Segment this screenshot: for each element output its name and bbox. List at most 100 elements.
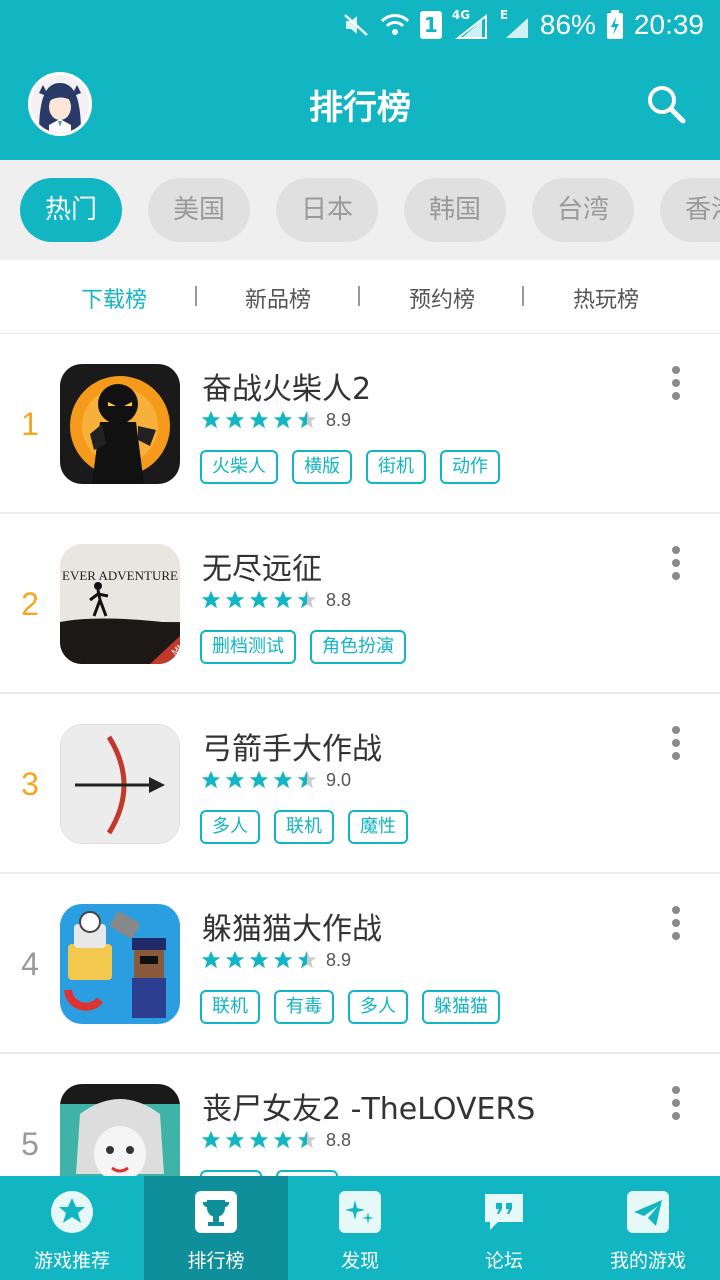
- more-options-icon[interactable]: [664, 726, 688, 762]
- game-title[interactable]: 无尽远征: [202, 544, 322, 588]
- divider: [195, 286, 197, 306]
- tag-list: 联机 有毒 多人 躲猫猫: [200, 990, 500, 1024]
- battery-percent: 86%: [539, 9, 596, 40]
- game-icon[interactable]: [60, 364, 180, 484]
- bottom-navigation: 游戏推荐 排行榜 发现 论坛 我的游戏: [0, 1176, 720, 1280]
- star-half-icon: [297, 1130, 317, 1149]
- list-item[interactable]: 1 奋战火柴人2 8.9 火柴人 横版 街机 动作: [0, 334, 720, 514]
- nav-discover[interactable]: 发现: [288, 1176, 432, 1280]
- rating-stars: 9.0: [200, 768, 351, 792]
- star-icon: [201, 590, 221, 609]
- game-icon[interactable]: [60, 904, 180, 1024]
- tag[interactable]: 火柴人: [200, 450, 278, 484]
- tab-region-us[interactable]: 美国: [148, 178, 250, 242]
- star-icon: [51, 1191, 93, 1233]
- tab-region-korea[interactable]: 韩国: [404, 178, 506, 242]
- mute-icon: [344, 14, 368, 36]
- tag-list: 删档测试 角色扮演: [200, 630, 406, 664]
- star-icon: [249, 770, 269, 789]
- subtab-new[interactable]: 新品榜: [218, 282, 338, 314]
- game-title[interactable]: 奋战火柴人2: [202, 364, 371, 408]
- star-icon: [249, 410, 269, 429]
- star-half-icon: [297, 770, 317, 789]
- sparkle-icon: [339, 1191, 381, 1233]
- rank-number: 4: [21, 946, 39, 982]
- star-icon: [225, 410, 245, 429]
- rating-score: 8.9: [326, 949, 352, 970]
- nav-my-games[interactable]: 我的游戏: [576, 1176, 720, 1280]
- tag[interactable]: 横版: [292, 450, 352, 484]
- nav-forum[interactable]: 论坛: [432, 1176, 576, 1280]
- nav-label: 论坛: [484, 1250, 523, 1272]
- star-icon: [249, 950, 269, 969]
- tag[interactable]: 躲猫猫: [422, 990, 500, 1024]
- star-icon: [273, 590, 293, 609]
- tag[interactable]: 联机: [200, 990, 260, 1024]
- tab-region-japan[interactable]: 日本: [276, 178, 378, 242]
- star-icon: [225, 1130, 245, 1149]
- divider: [358, 286, 360, 306]
- paper-plane-icon: [627, 1191, 669, 1233]
- star-icon: [225, 770, 245, 789]
- tab-region-hongkong[interactable]: 香港: [660, 178, 720, 242]
- rating-score: 8.8: [326, 589, 352, 610]
- nav-ranking[interactable]: 排行榜: [144, 1176, 288, 1280]
- game-title[interactable]: 丧尸女友2 -TheLOVERS: [202, 1084, 535, 1128]
- more-options-icon[interactable]: [664, 906, 688, 942]
- game-title[interactable]: 弓箭手大作战: [202, 724, 382, 768]
- game-title[interactable]: 躲猫猫大作战: [202, 904, 382, 948]
- rank-number: 1: [21, 406, 39, 442]
- tag[interactable]: 角色扮演: [310, 630, 406, 664]
- game-icon[interactable]: MMO EVER ADVENTURE: [60, 544, 180, 664]
- icon-wordmark: EVER ADVENTURE: [62, 568, 178, 583]
- tag[interactable]: 删档测试: [200, 630, 296, 664]
- list-item[interactable]: 4 躲猫猫大作战 8.9 联机 有毒 多人 躲猫猫: [0, 874, 720, 1054]
- star-icon: [225, 590, 245, 609]
- star-icon: [201, 1130, 221, 1149]
- list-item[interactable]: 2 MMO EVER ADVENTURE 无尽远征 8.8 删档测试 角色扮演: [0, 514, 720, 694]
- nav-label: 发现: [340, 1250, 379, 1272]
- tag[interactable]: 多人: [200, 810, 260, 844]
- list-item[interactable]: 3 弓箭手大作战 9.0 多人 联机 魔性: [0, 694, 720, 874]
- rating-score: 8.8: [326, 1129, 352, 1150]
- list-item[interactable]: 5 丧尸女友2 -TheLOVERS 8.8: [0, 1054, 720, 1176]
- clock: 20:39: [633, 9, 704, 40]
- more-options-icon[interactable]: [664, 1086, 688, 1122]
- star-icon: [201, 770, 221, 789]
- tag[interactable]: 联机: [274, 810, 334, 844]
- sim-badge: 1: [419, 11, 442, 39]
- tag[interactable]: 街机: [366, 450, 426, 484]
- rank-number: 5: [21, 1126, 39, 1162]
- tag[interactable]: 有毒: [274, 990, 334, 1024]
- nav-label: 游戏推荐: [33, 1250, 110, 1272]
- nav-game-recommend[interactable]: 游戏推荐: [0, 1176, 144, 1280]
- star-icon: [249, 1130, 269, 1149]
- game-ranking-list: 1 奋战火柴人2 8.9 火柴人 横版 街机 动作 2 MMO EVER ADV…: [0, 334, 720, 1176]
- subtab-downloads[interactable]: 下载榜: [54, 282, 174, 314]
- subtab-hot-play[interactable]: 热玩榜: [546, 282, 666, 314]
- rating-score: 8.9: [326, 409, 352, 430]
- region-tabs: 热门 美国 日本 韩国 台湾 香港: [0, 160, 720, 260]
- game-icon[interactable]: [60, 1084, 180, 1176]
- tab-region-taiwan[interactable]: 台湾: [532, 178, 634, 242]
- app-header: 排行榜: [0, 50, 720, 160]
- game-icon[interactable]: [60, 724, 180, 844]
- more-options-icon[interactable]: [664, 546, 688, 582]
- rating-score: 9.0: [326, 769, 352, 790]
- tag[interactable]: 动作: [440, 450, 500, 484]
- page-title: 排行榜: [309, 88, 411, 128]
- search-icon[interactable]: [646, 84, 686, 124]
- tab-region-hot[interactable]: 热门: [20, 178, 122, 242]
- status-bar: 1 4G E 86% 20:39: [0, 0, 720, 50]
- tag[interactable]: 多人: [348, 990, 408, 1024]
- star-half-icon: [297, 950, 317, 969]
- rating-stars: 8.8: [200, 588, 351, 612]
- tag[interactable]: 魔性: [348, 810, 408, 844]
- star-icon: [201, 950, 221, 969]
- tag-list: 多人 联机 魔性: [200, 810, 408, 844]
- rating-stars: 8.9: [200, 408, 351, 432]
- more-options-icon[interactable]: [664, 366, 688, 402]
- subtab-reservation[interactable]: 预约榜: [382, 282, 502, 314]
- wifi-icon: [380, 14, 409, 35]
- star-icon: [225, 950, 245, 969]
